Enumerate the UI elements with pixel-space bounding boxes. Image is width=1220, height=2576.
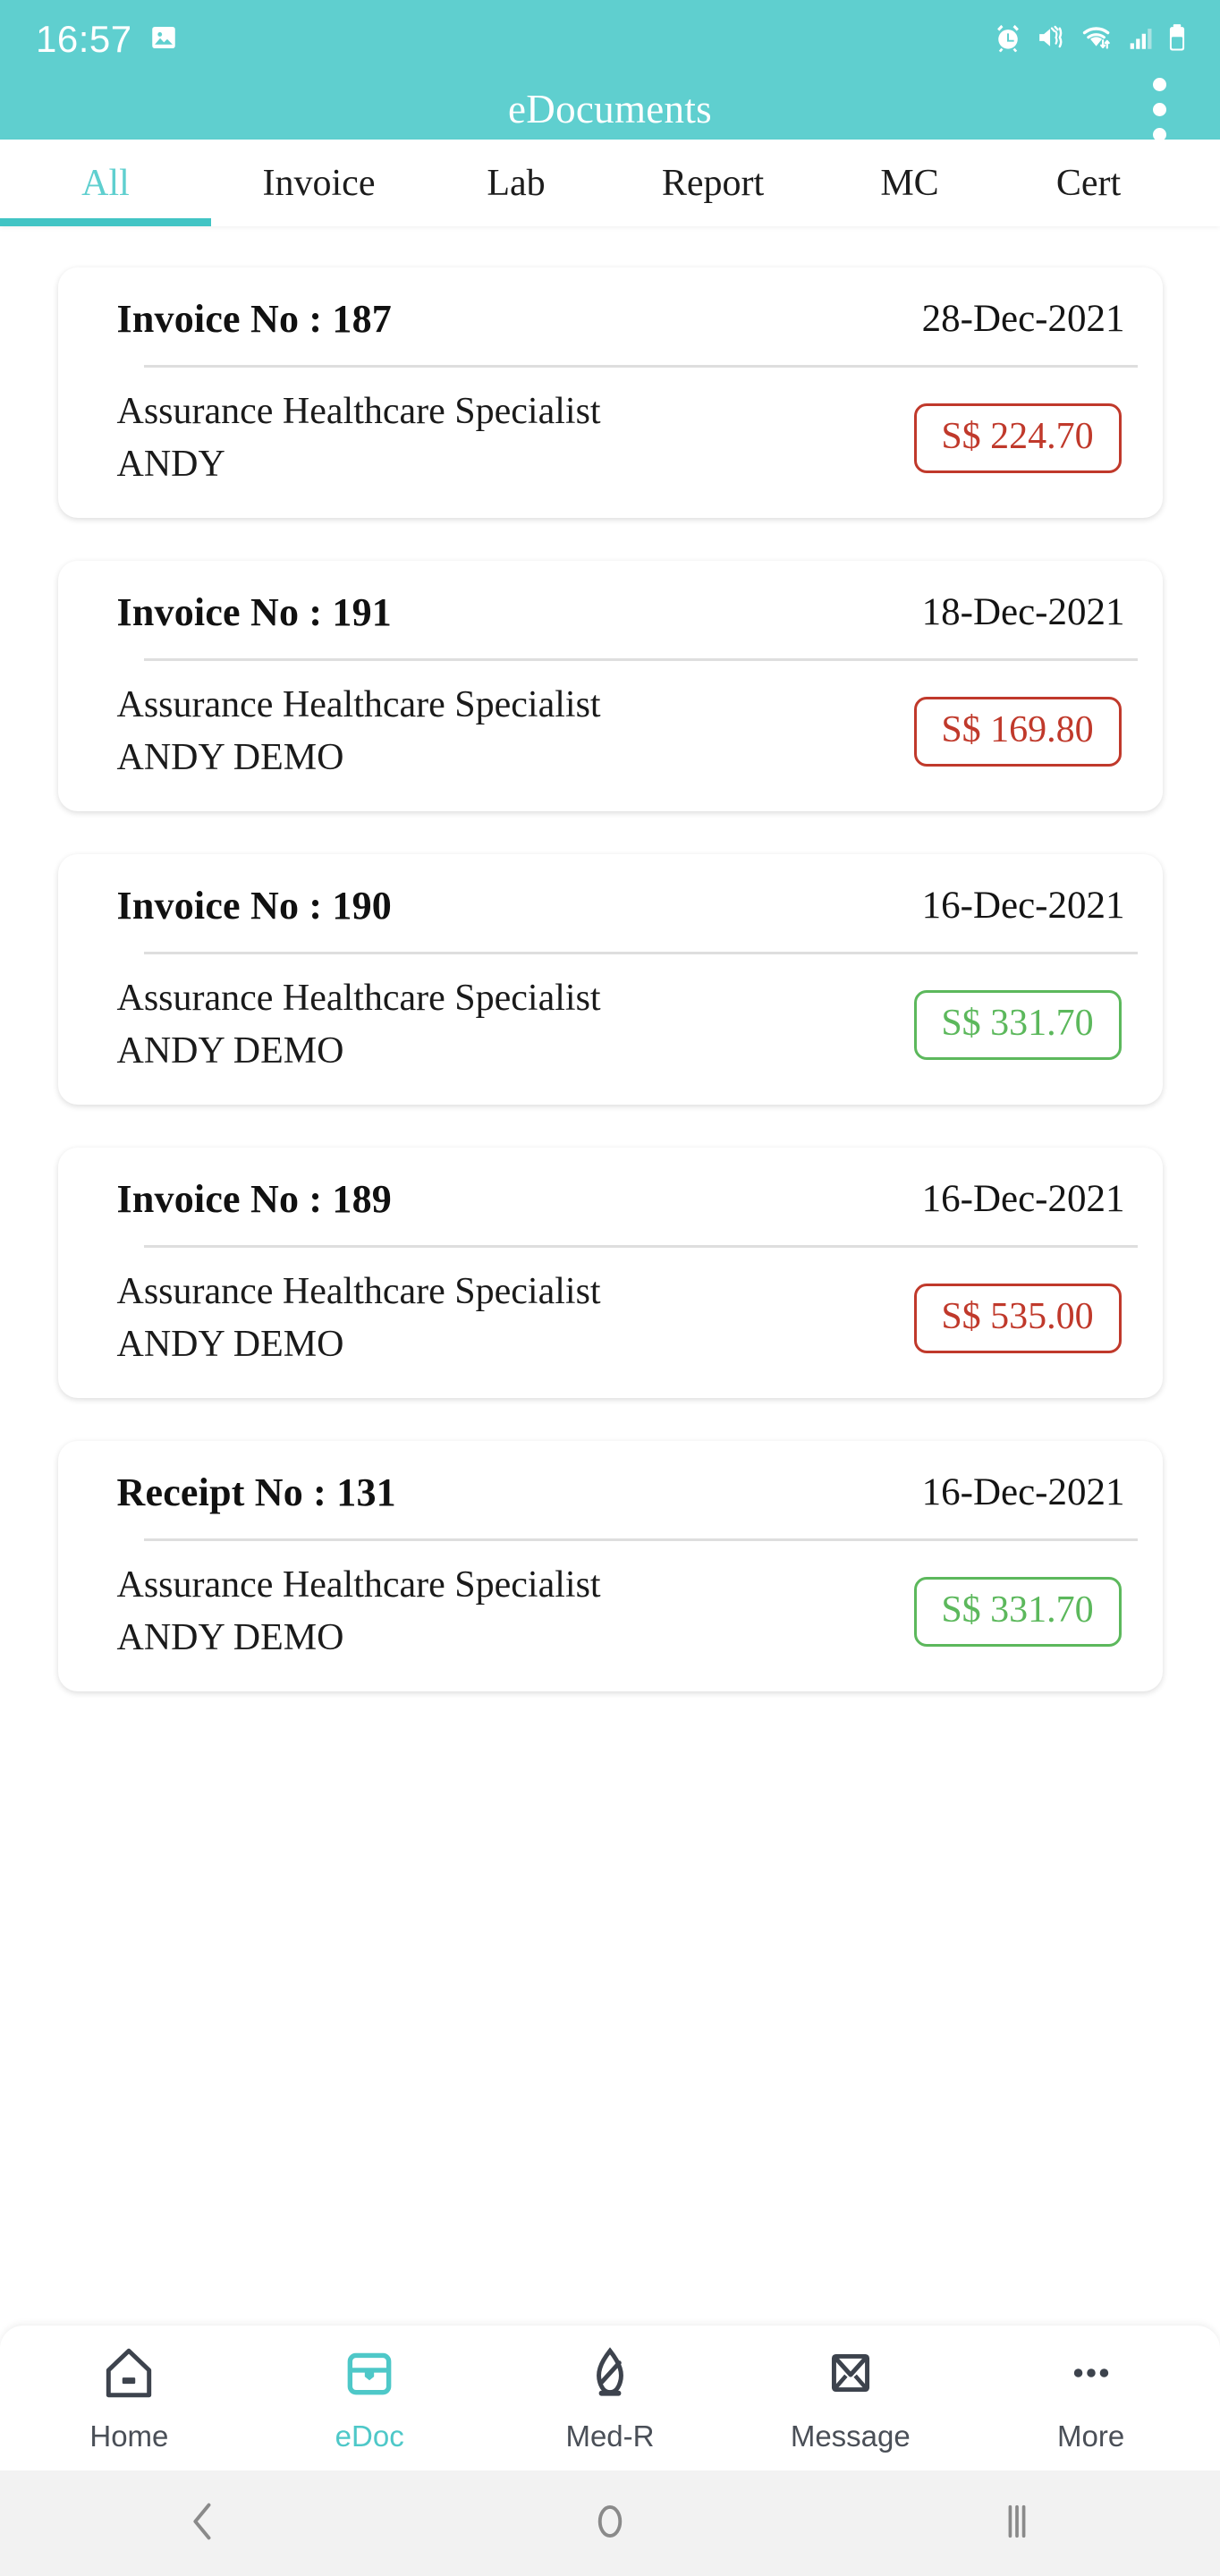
clinic-name: Assurance Healthcare Specialist	[116, 1271, 601, 1313]
document-card[interactable]: Receipt No : 131 16-Dec-2021 Assurance H…	[57, 1441, 1163, 1692]
document-card-header: Invoice No : 187 28-Dec-2021	[58, 267, 1163, 365]
document-card[interactable]: Invoice No : 191 18-Dec-2021 Assurance H…	[57, 561, 1163, 812]
document-number: Receipt No : 131	[116, 1470, 396, 1515]
document-number: Invoice No : 190	[116, 884, 393, 928]
document-card-body: Assurance Healthcare Specialist ANDY DEM…	[58, 1248, 1163, 1398]
tab-label: MC	[880, 162, 939, 204]
battery-icon	[1166, 22, 1188, 57]
status-bar-right	[993, 22, 1188, 57]
tab-lab[interactable]: Lab	[427, 140, 606, 226]
circle-icon	[587, 2498, 633, 2549]
nav-label: Med-R	[565, 2419, 655, 2453]
document-date: 16-Dec-2021	[921, 885, 1125, 928]
overflow-dot	[1152, 77, 1166, 91]
android-navigation-bar[interactable]	[0, 2470, 1220, 2576]
patient-name: ANDY DEMO	[116, 1324, 344, 1366]
document-date: 16-Dec-2021	[921, 1178, 1125, 1221]
status-bar: 16:57	[0, 0, 1220, 79]
patient-name: ANDY	[116, 444, 225, 486]
patient-name: ANDY DEMO	[116, 1030, 344, 1072]
amount-badge[interactable]: S$ 169.80	[913, 697, 1122, 767]
document-type-tabs[interactable]: All Invoice Lab Report MC Cert	[0, 140, 1220, 226]
overflow-dot	[1152, 102, 1166, 116]
vibrate-mute-icon	[1036, 22, 1068, 57]
more-vertical-icon[interactable]	[1132, 75, 1186, 143]
document-card-icon	[340, 2343, 399, 2407]
document-card-header: Receipt No : 131 16-Dec-2021	[58, 1441, 1163, 1538]
document-date: 28-Dec-2021	[921, 298, 1125, 340]
app-screen: 16:57 eDocuments All Invoice Lab Report …	[0, 0, 1220, 2576]
document-number: Invoice No : 187	[116, 297, 393, 341]
image-icon	[148, 22, 179, 57]
document-list[interactable]: Invoice No : 187 28-Dec-2021 Assurance H…	[0, 226, 1220, 2326]
alarm-icon	[993, 22, 1023, 57]
nav-label: Home	[89, 2419, 169, 2453]
clinic-name: Assurance Healthcare Specialist	[116, 684, 601, 726]
document-card-body: Assurance Healthcare Specialist ANDY DEM…	[58, 1541, 1163, 1691]
document-card[interactable]: Invoice No : 190 16-Dec-2021 Assurance H…	[57, 854, 1163, 1106]
android-recents-button[interactable]	[928, 2470, 1106, 2576]
bottom-navigation[interactable]: Home eDoc Med-R Message More	[0, 2326, 1220, 2470]
clinic-and-patient: Assurance Healthcare Specialist ANDY DEM…	[117, 1271, 601, 1366]
tab-cert[interactable]: Cert	[999, 140, 1178, 226]
tab-report[interactable]: Report	[606, 140, 820, 226]
envelope-icon	[821, 2343, 880, 2407]
patient-name: ANDY DEMO	[116, 737, 344, 779]
tab-label: Report	[661, 162, 765, 204]
status-bar-left: 16:57	[36, 18, 179, 61]
document-card-header: Invoice No : 190 16-Dec-2021	[58, 854, 1163, 952]
amount-badge[interactable]: S$ 331.70	[913, 1577, 1122, 1648]
android-back-button[interactable]	[114, 2470, 292, 2576]
document-card-body: Assurance Healthcare Specialist ANDY S$ …	[58, 368, 1163, 518]
tab-label: Invoice	[262, 162, 376, 204]
tab-label: All	[81, 162, 130, 204]
document-number: Invoice No : 191	[116, 590, 393, 635]
clinic-name: Assurance Healthcare Specialist	[116, 1564, 601, 1606]
amount-badge[interactable]: S$ 224.70	[913, 403, 1122, 474]
nav-item-edoc[interactable]: eDoc	[280, 2343, 459, 2453]
medical-record-icon	[580, 2343, 640, 2407]
document-number: Invoice No : 189	[116, 1177, 393, 1222]
tab-label: Lab	[487, 162, 546, 204]
nav-label: Message	[790, 2419, 911, 2453]
more-horizontal-icon	[1062, 2343, 1121, 2407]
document-card[interactable]: Invoice No : 189 16-Dec-2021 Assurance H…	[57, 1148, 1163, 1399]
document-date: 16-Dec-2021	[921, 1471, 1125, 1514]
clinic-and-patient: Assurance Healthcare Specialist ANDY	[117, 391, 601, 486]
wifi-icon	[1080, 22, 1114, 57]
tab-invoice[interactable]: Invoice	[211, 140, 427, 226]
tab-active-indicator	[0, 218, 211, 226]
document-card-header: Invoice No : 189 16-Dec-2021	[58, 1148, 1163, 1245]
document-card-body: Assurance Healthcare Specialist ANDY DEM…	[58, 661, 1163, 811]
android-home-button[interactable]	[521, 2470, 699, 2576]
nav-item-more[interactable]: More	[1002, 2343, 1181, 2453]
vertical-bars-icon	[994, 2498, 1040, 2549]
app-bar: eDocuments	[0, 77, 1220, 141]
clinic-name: Assurance Healthcare Specialist	[116, 391, 601, 432]
document-card[interactable]: Invoice No : 187 28-Dec-2021 Assurance H…	[57, 267, 1163, 519]
amount-badge[interactable]: S$ 331.70	[913, 990, 1122, 1061]
nav-item-message[interactable]: Message	[761, 2343, 940, 2453]
document-date: 18-Dec-2021	[921, 591, 1125, 634]
cellular-signal-icon	[1127, 22, 1154, 57]
nav-label: More	[1056, 2419, 1125, 2453]
clinic-and-patient: Assurance Healthcare Specialist ANDY DEM…	[117, 978, 601, 1072]
page-title: eDocuments	[508, 87, 712, 131]
clinic-name: Assurance Healthcare Specialist	[116, 978, 601, 1020]
tab-label: Cert	[1055, 162, 1122, 204]
tab-mc[interactable]: MC	[820, 140, 999, 226]
amount-badge[interactable]: S$ 535.00	[913, 1284, 1122, 1354]
document-card-header: Invoice No : 191 18-Dec-2021	[58, 561, 1163, 658]
patient-name: ANDY DEMO	[116, 1617, 344, 1659]
tab-all[interactable]: All	[0, 140, 211, 226]
nav-item-home[interactable]: Home	[39, 2343, 218, 2453]
nav-item-medr[interactable]: Med-R	[521, 2343, 699, 2453]
status-bar-clock: 16:57	[36, 18, 132, 60]
home-icon	[99, 2343, 158, 2407]
clinic-and-patient: Assurance Healthcare Specialist ANDY DEM…	[117, 1564, 601, 1659]
chevron-left-icon	[180, 2498, 226, 2549]
document-card-body: Assurance Healthcare Specialist ANDY DEM…	[58, 954, 1163, 1105]
clinic-and-patient: Assurance Healthcare Specialist ANDY DEM…	[117, 684, 601, 779]
nav-label: eDoc	[335, 2419, 404, 2453]
